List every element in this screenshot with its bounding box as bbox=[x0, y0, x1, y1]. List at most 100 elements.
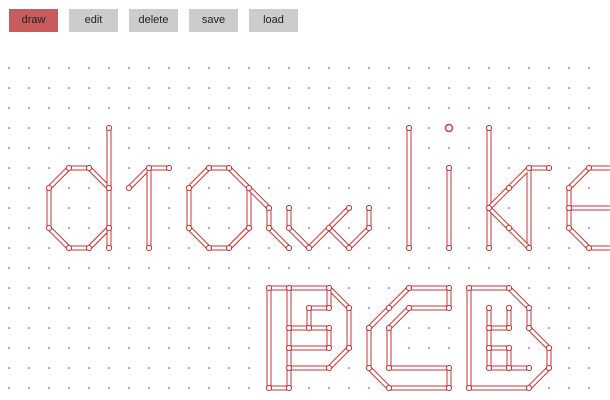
trace-node[interactable] bbox=[85, 164, 93, 172]
trace-node[interactable] bbox=[65, 244, 73, 252]
trace-node[interactable] bbox=[365, 324, 373, 332]
trace-node[interactable] bbox=[385, 364, 393, 372]
trace-node[interactable] bbox=[325, 304, 333, 312]
trace-node[interactable] bbox=[485, 324, 493, 332]
trace-node[interactable] bbox=[105, 124, 113, 132]
trace-node[interactable] bbox=[105, 244, 113, 252]
trace-node[interactable] bbox=[365, 364, 373, 372]
trace-node[interactable] bbox=[225, 164, 233, 172]
trace-node[interactable] bbox=[305, 324, 313, 332]
trace-node[interactable] bbox=[205, 164, 213, 172]
trace-node[interactable] bbox=[405, 244, 413, 252]
trace-node[interactable] bbox=[445, 364, 453, 372]
trace-node[interactable] bbox=[585, 244, 593, 252]
trace-outline[interactable] bbox=[266, 285, 292, 391]
trace-node[interactable] bbox=[505, 304, 513, 312]
trace-node[interactable] bbox=[45, 184, 53, 192]
trace-node[interactable] bbox=[45, 224, 53, 232]
trace-node[interactable] bbox=[545, 364, 553, 372]
trace-node[interactable] bbox=[445, 384, 453, 392]
trace-node[interactable] bbox=[305, 244, 313, 252]
trace-node[interactable] bbox=[545, 164, 553, 172]
trace-node[interactable] bbox=[445, 244, 453, 252]
trace-node[interactable] bbox=[485, 344, 493, 352]
trace-node[interactable] bbox=[485, 364, 493, 372]
trace-node[interactable] bbox=[525, 364, 533, 372]
trace-node[interactable] bbox=[505, 284, 513, 292]
trace-node[interactable] bbox=[465, 384, 473, 392]
trace-node[interactable] bbox=[525, 244, 533, 252]
trace-node[interactable] bbox=[285, 344, 293, 352]
trace-node[interactable] bbox=[225, 244, 233, 252]
trace-node[interactable] bbox=[585, 164, 593, 172]
trace-node[interactable] bbox=[245, 224, 253, 232]
trace-node[interactable] bbox=[65, 164, 73, 172]
trace-node[interactable] bbox=[265, 284, 273, 292]
trace-node[interactable] bbox=[525, 304, 533, 312]
trace-node[interactable] bbox=[145, 164, 153, 172]
trace-node[interactable] bbox=[285, 244, 293, 252]
trace-node[interactable] bbox=[265, 204, 273, 212]
trace-node[interactable] bbox=[565, 184, 573, 192]
trace-node[interactable] bbox=[325, 324, 333, 332]
trace-node[interactable] bbox=[505, 184, 513, 192]
trace-node[interactable] bbox=[345, 304, 353, 312]
trace-node[interactable] bbox=[445, 304, 453, 312]
trace-node[interactable] bbox=[285, 384, 293, 392]
trace-node[interactable] bbox=[545, 344, 553, 352]
trace-node[interactable] bbox=[465, 284, 473, 292]
trace-node[interactable] bbox=[445, 164, 453, 172]
trace-node[interactable] bbox=[385, 304, 393, 312]
trace-node[interactable] bbox=[205, 244, 213, 252]
trace-node[interactable] bbox=[405, 304, 413, 312]
trace-node[interactable] bbox=[145, 244, 153, 252]
trace-node[interactable] bbox=[385, 384, 393, 392]
trace-node[interactable] bbox=[445, 284, 453, 292]
trace-node[interactable] bbox=[505, 344, 513, 352]
trace-node[interactable] bbox=[365, 204, 373, 212]
trace-node[interactable] bbox=[345, 244, 353, 252]
trace-node[interactable] bbox=[285, 284, 293, 292]
trace-outline[interactable] bbox=[366, 285, 452, 391]
trace-outline[interactable] bbox=[566, 185, 610, 251]
trace-node[interactable] bbox=[325, 344, 333, 352]
trace-node[interactable] bbox=[525, 384, 533, 392]
trace-node[interactable] bbox=[325, 224, 333, 232]
trace-node[interactable] bbox=[285, 364, 293, 372]
trace-node[interactable] bbox=[245, 184, 253, 192]
trace-node[interactable] bbox=[125, 184, 133, 192]
trace-node[interactable] bbox=[385, 324, 393, 332]
trace-node[interactable] bbox=[485, 124, 493, 132]
trace-node[interactable] bbox=[285, 204, 293, 212]
trace-node[interactable] bbox=[485, 304, 493, 312]
trace-node[interactable] bbox=[325, 284, 333, 292]
trace-node[interactable] bbox=[505, 364, 513, 372]
trace-node[interactable] bbox=[325, 364, 333, 372]
trace-node[interactable] bbox=[405, 124, 413, 132]
trace-node[interactable] bbox=[265, 224, 273, 232]
trace-node[interactable] bbox=[345, 204, 353, 212]
trace-node[interactable] bbox=[345, 344, 353, 352]
trace-node[interactable] bbox=[505, 324, 513, 332]
trace-node[interactable] bbox=[365, 224, 373, 232]
trace-node[interactable] bbox=[525, 164, 533, 172]
trace-node[interactable] bbox=[525, 324, 533, 332]
trace-node[interactable] bbox=[565, 224, 573, 232]
drawing-canvas[interactable] bbox=[0, 0, 610, 400]
trace-node[interactable] bbox=[485, 244, 493, 252]
trace-node[interactable] bbox=[265, 384, 273, 392]
trace-node[interactable] bbox=[105, 184, 113, 192]
trace-node[interactable] bbox=[285, 324, 293, 332]
trace-node[interactable] bbox=[85, 244, 93, 252]
trace-node[interactable] bbox=[185, 184, 193, 192]
trace-outline[interactable] bbox=[486, 185, 532, 251]
trace-node[interactable] bbox=[105, 224, 113, 232]
pad[interactable] bbox=[444, 123, 454, 133]
trace-outline[interactable] bbox=[486, 305, 512, 331]
trace-node[interactable] bbox=[185, 224, 193, 232]
trace-node[interactable] bbox=[565, 204, 573, 212]
trace-node[interactable] bbox=[505, 224, 513, 232]
trace-outline[interactable] bbox=[486, 345, 512, 371]
trace-node[interactable] bbox=[305, 304, 313, 312]
trace-node[interactable] bbox=[405, 284, 413, 292]
